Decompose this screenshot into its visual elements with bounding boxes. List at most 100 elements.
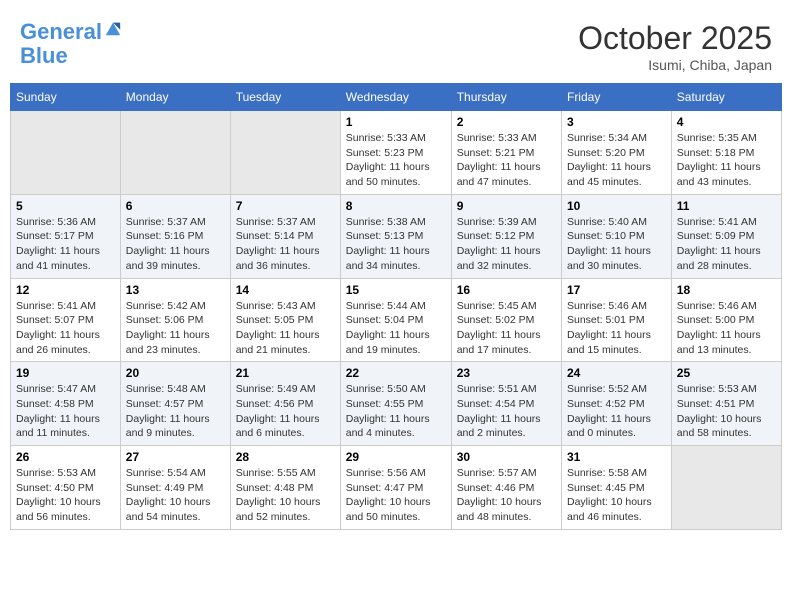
calendar-cell: 10Sunrise: 5:40 AM Sunset: 5:10 PM Dayli… [561,194,671,278]
day-number: 2 [457,115,556,129]
calendar-cell: 24 Sunrise: 5:52 AM Sunset: 4:52 PM Dayli… [561,362,671,446]
calendar-cell [11,111,121,195]
calendar-cell: 1 Sunrise: 5:33 AM Sunset: 5:23 PM Daylig… [340,111,451,195]
calendar-cell: 21 Sunrise: 5:49 AM Sunset: 4:56 PM Dayli… [230,362,340,446]
calendar-cell: 22 Sunrise: 5:50 AM Sunset: 4:55 PM Dayli… [340,362,451,446]
day-number: 28 [236,450,335,464]
day-number: 30 [457,450,556,464]
logo-icon [104,19,122,37]
calendar-cell: 19 Sunrise: 5:47 AM Sunset: 4:58 PM Dayli… [11,362,121,446]
day-number: 7 [236,199,335,213]
calendar-cell: 31 Sunrise: 5:58 AM Sunset: 4:45 PM Dayli… [561,446,671,530]
calendar-cell [230,111,340,195]
month-title: October 2025 [578,20,772,57]
calendar-week-row: 12 Sunrise: 5:41 AM Sunset: 5:07 PM Dayli… [11,278,782,362]
day-number: 16 [457,283,556,297]
day-info: Sunrise: 5:37 AM Sunset: 5:16 PM Dayligh… [126,215,225,274]
day-info: Sunrise: 5:46 AM Sunset: 5:00 PM Dayligh… [677,299,776,358]
weekday-header: Wednesday [340,84,451,111]
day-number: 17 [567,283,666,297]
day-number: 29 [346,450,446,464]
day-number: 26 [16,450,115,464]
calendar-cell: 30 Sunrise: 5:57 AM Sunset: 4:46 PM Dayli… [451,446,561,530]
day-number: 14 [236,283,335,297]
day-number: 12 [16,283,115,297]
day-info: Sunrise: 5:53 AM Sunset: 4:50 PM Dayligh… [16,466,115,525]
day-number: 5 [16,199,115,213]
day-info: Sunrise: 5:41 AM Sunset: 5:07 PM Dayligh… [16,299,115,358]
calendar-cell [671,446,781,530]
day-number: 31 [567,450,666,464]
day-number: 19 [16,366,115,380]
logo: General Blue [20,20,122,68]
day-info: Sunrise: 5:38 AM Sunset: 5:13 PM Dayligh… [346,215,446,274]
day-info: Sunrise: 5:57 AM Sunset: 4:46 PM Dayligh… [457,466,556,525]
day-info: Sunrise: 5:33 AM Sunset: 5:21 PM Dayligh… [457,131,556,190]
weekday-header: Thursday [451,84,561,111]
weekday-header: Tuesday [230,84,340,111]
weekday-header: Monday [120,84,230,111]
day-info: Sunrise: 5:45 AM Sunset: 5:02 PM Dayligh… [457,299,556,358]
day-info: Sunrise: 5:33 AM Sunset: 5:23 PM Dayligh… [346,131,446,190]
day-number: 1 [346,115,446,129]
weekday-header: Friday [561,84,671,111]
day-info: Sunrise: 5:43 AM Sunset: 5:05 PM Dayligh… [236,299,335,358]
day-info: Sunrise: 5:50 AM Sunset: 4:55 PM Dayligh… [346,382,446,441]
day-number: 4 [677,115,776,129]
calendar-cell: 4 Sunrise: 5:35 AM Sunset: 5:18 PM Daylig… [671,111,781,195]
day-number: 13 [126,283,225,297]
day-info: Sunrise: 5:34 AM Sunset: 5:20 PM Dayligh… [567,131,666,190]
day-info: Sunrise: 5:41 AM Sunset: 5:09 PM Dayligh… [677,215,776,274]
day-info: Sunrise: 5:51 AM Sunset: 4:54 PM Dayligh… [457,382,556,441]
day-number: 9 [457,199,556,213]
calendar-table: SundayMondayTuesdayWednesdayThursdayFrid… [10,83,782,530]
calendar-cell: 2 Sunrise: 5:33 AM Sunset: 5:21 PM Daylig… [451,111,561,195]
page-header: General Blue October 2025 Isumi, Chiba, … [10,10,782,78]
day-number: 20 [126,366,225,380]
day-number: 15 [346,283,446,297]
day-number: 6 [126,199,225,213]
calendar-cell: 18Sunrise: 5:46 AM Sunset: 5:00 PM Dayli… [671,278,781,362]
location-title: Isumi, Chiba, Japan [578,57,772,73]
day-info: Sunrise: 5:54 AM Sunset: 4:49 PM Dayligh… [126,466,225,525]
day-info: Sunrise: 5:44 AM Sunset: 5:04 PM Dayligh… [346,299,446,358]
day-info: Sunrise: 5:48 AM Sunset: 4:57 PM Dayligh… [126,382,225,441]
day-info: Sunrise: 5:36 AM Sunset: 5:17 PM Dayligh… [16,215,115,274]
day-info: Sunrise: 5:39 AM Sunset: 5:12 PM Dayligh… [457,215,556,274]
calendar-cell: 29 Sunrise: 5:56 AM Sunset: 4:47 PM Dayli… [340,446,451,530]
calendar-cell: 9 Sunrise: 5:39 AM Sunset: 5:12 PM Daylig… [451,194,561,278]
day-number: 22 [346,366,446,380]
calendar-week-row: 19 Sunrise: 5:47 AM Sunset: 4:58 PM Dayli… [11,362,782,446]
calendar-cell: 23Sunrise: 5:51 AM Sunset: 4:54 PM Dayli… [451,362,561,446]
calendar-cell: 3 Sunrise: 5:34 AM Sunset: 5:20 PM Daylig… [561,111,671,195]
calendar-cell [120,111,230,195]
calendar-cell: 27 Sunrise: 5:54 AM Sunset: 4:49 PM Dayli… [120,446,230,530]
title-block: October 2025 Isumi, Chiba, Japan [578,20,772,73]
calendar-cell: 26 Sunrise: 5:53 AM Sunset: 4:50 PM Dayli… [11,446,121,530]
day-info: Sunrise: 5:35 AM Sunset: 5:18 PM Dayligh… [677,131,776,190]
calendar-week-row: 26 Sunrise: 5:53 AM Sunset: 4:50 PM Dayli… [11,446,782,530]
weekday-header: Sunday [11,84,121,111]
calendar-cell: 17 Sunrise: 5:46 AM Sunset: 5:01 PM Dayli… [561,278,671,362]
calendar-cell: 13 Sunrise: 5:42 AM Sunset: 5:06 PM Dayli… [120,278,230,362]
day-info: Sunrise: 5:42 AM Sunset: 5:06 PM Dayligh… [126,299,225,358]
day-number: 24 [567,366,666,380]
calendar-week-row: 1 Sunrise: 5:33 AM Sunset: 5:23 PM Daylig… [11,111,782,195]
day-number: 11 [677,199,776,213]
day-number: 21 [236,366,335,380]
calendar-cell: 8 Sunrise: 5:38 AM Sunset: 5:13 PM Daylig… [340,194,451,278]
day-info: Sunrise: 5:58 AM Sunset: 4:45 PM Dayligh… [567,466,666,525]
day-number: 3 [567,115,666,129]
day-number: 8 [346,199,446,213]
calendar-cell: 25 Sunrise: 5:53 AM Sunset: 4:51 PM Dayli… [671,362,781,446]
day-info: Sunrise: 5:46 AM Sunset: 5:01 PM Dayligh… [567,299,666,358]
day-info: Sunrise: 5:56 AM Sunset: 4:47 PM Dayligh… [346,466,446,525]
day-info: Sunrise: 5:52 AM Sunset: 4:52 PM Dayligh… [567,382,666,441]
day-number: 25 [677,366,776,380]
day-info: Sunrise: 5:49 AM Sunset: 4:56 PM Dayligh… [236,382,335,441]
day-info: Sunrise: 5:53 AM Sunset: 4:51 PM Dayligh… [677,382,776,441]
day-info: Sunrise: 5:47 AM Sunset: 4:58 PM Dayligh… [16,382,115,441]
calendar-week-row: 5 Sunrise: 5:36 AM Sunset: 5:17 PM Daylig… [11,194,782,278]
calendar-cell: 16 Sunrise: 5:45 AM Sunset: 5:02 PM Dayli… [451,278,561,362]
day-number: 27 [126,450,225,464]
